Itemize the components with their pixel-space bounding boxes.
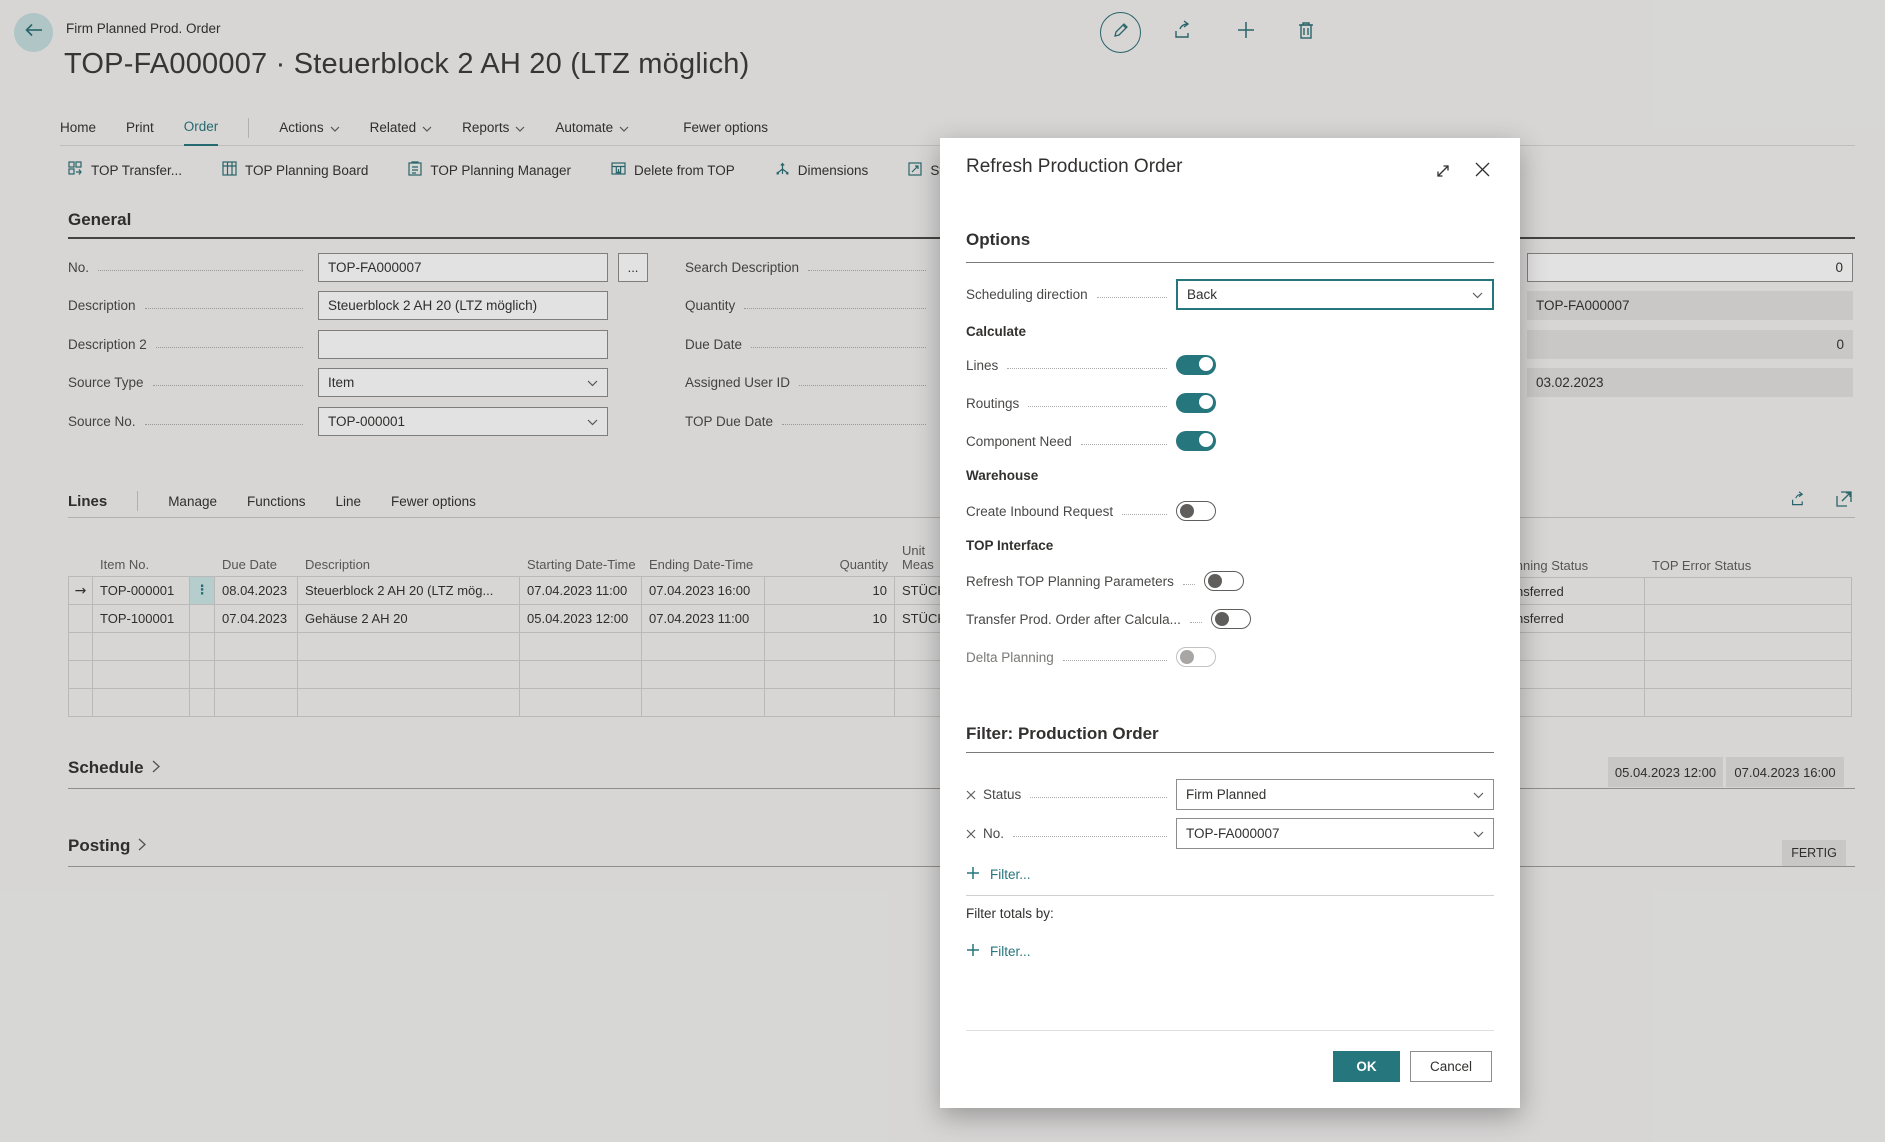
chevron-down-icon [1473,826,1484,841]
toggle-knob [1199,357,1213,371]
dotted-leader [1183,578,1195,585]
footer-divider [966,1030,1494,1031]
toggle-knob [1199,395,1213,409]
dotted-leader [1097,291,1167,298]
filter-row-status: Status Firm Planned [966,779,1494,810]
toggle-row: Transfer Prod. Order after Calcula... [966,608,1494,630]
create-inbound-request-toggle[interactable] [1176,501,1216,521]
dotted-leader [1030,791,1167,798]
select-value: Back [1187,287,1217,302]
toggle-label: Lines [966,358,998,373]
toggle-label: Routings [966,396,1019,411]
chevron-down-icon [1472,287,1483,302]
warehouse-group-heading: Warehouse [966,468,1038,483]
dotted-leader [1028,400,1167,407]
transfer-prod-order-toggle[interactable] [1211,609,1251,629]
add-filter-label: Filter... [990,944,1031,959]
options-heading: Options [966,230,1030,250]
toggle-label: Delta Planning [966,650,1054,665]
close-icon [1475,162,1490,182]
cancel-button[interactable]: Cancel [1410,1051,1492,1082]
toggle-knob [1199,433,1213,447]
delta-planning-toggle [1176,647,1216,667]
dotted-leader [1081,438,1167,445]
scheduling-direction-select[interactable]: Back [1176,279,1494,310]
filter-label: No. [983,826,1004,841]
toggle-label: Refresh TOP Planning Parameters [966,574,1174,589]
toggle-row: Refresh TOP Planning Parameters [966,570,1494,592]
remove-filter-icon[interactable] [966,829,976,839]
refresh-top-planning-parameters-toggle[interactable] [1204,571,1244,591]
toggle-knob [1180,504,1194,518]
toggle-label: Transfer Prod. Order after Calcula... [966,612,1181,627]
filter-label: Status [983,787,1021,802]
remove-filter-icon[interactable] [966,790,976,800]
top-interface-group-heading: TOP Interface [966,538,1053,553]
toggle-knob [1180,650,1194,664]
filter-totals-heading: Filter totals by: [966,906,1054,921]
toggle-label: Component Need [966,434,1072,449]
scheduling-direction-row: Scheduling direction Back [966,279,1494,310]
add-filter-label: Filter... [990,867,1031,882]
toggle-row: Create Inbound Request [966,500,1494,522]
filter-divider [966,895,1494,896]
plus-icon [966,943,980,960]
filter-heading: Filter: Production Order [966,724,1159,744]
dotted-leader [1063,654,1167,661]
component-need-toggle[interactable] [1176,431,1216,451]
toggle-label: Create Inbound Request [966,504,1113,519]
toggle-row: Component Need [966,430,1494,452]
filter-row-no: No. TOP-FA000007 [966,818,1494,849]
toggle-row: Routings [966,392,1494,414]
no-filter-select[interactable]: TOP-FA000007 [1176,818,1494,849]
dotted-leader [1190,616,1202,623]
status-filter-select[interactable]: Firm Planned [1176,779,1494,810]
refresh-production-order-dialog: Refresh Production Order Options Schedul… [940,138,1520,1108]
add-totals-filter-button[interactable]: Filter... [966,943,1031,960]
dotted-leader [1013,830,1167,837]
dialog-title: Refresh Production Order [966,156,1183,178]
toggle-knob [1208,574,1222,588]
select-value: Firm Planned [1186,787,1266,802]
calculate-group-heading: Calculate [966,324,1026,339]
toggle-row: Lines [966,354,1494,376]
toggle-knob [1215,612,1229,626]
resize-diagonal-icon [1435,163,1451,184]
field-label: Scheduling direction [966,287,1088,302]
chevron-down-icon [1473,787,1484,802]
close-dialog-button[interactable] [1471,161,1493,183]
add-filter-button[interactable]: Filter... [966,866,1031,883]
filter-underline [966,752,1494,753]
dotted-leader [1007,362,1167,369]
options-underline [966,262,1494,263]
ok-button[interactable]: OK [1333,1051,1400,1082]
plus-icon [966,866,980,883]
select-value: TOP-FA000007 [1186,826,1280,841]
lines-toggle[interactable] [1176,355,1216,375]
toggle-row: Delta Planning [966,646,1494,668]
expand-dialog-button[interactable] [1432,162,1454,184]
routings-toggle[interactable] [1176,393,1216,413]
dotted-leader [1122,508,1167,515]
